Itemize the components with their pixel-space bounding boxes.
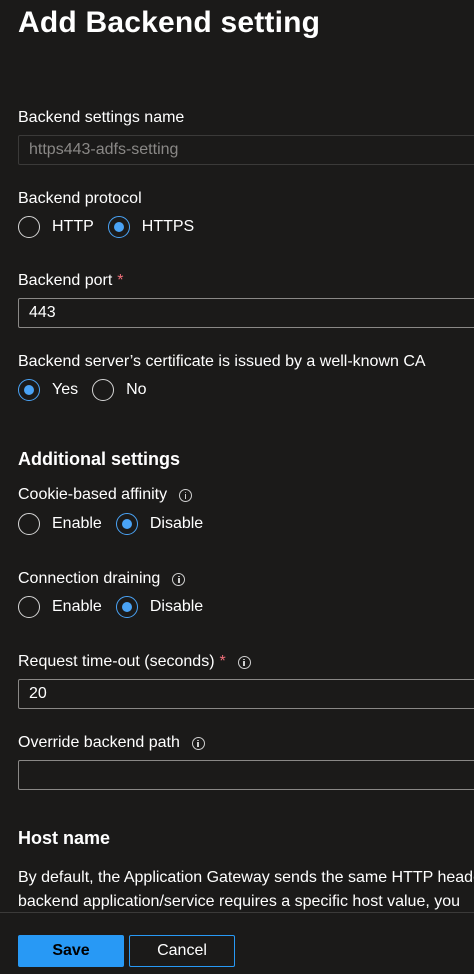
radio-unchecked-icon (18, 513, 40, 535)
request-timeout-input[interactable] (18, 679, 474, 709)
ca-no-label: No (126, 381, 147, 398)
host-name-description-line: backend application/service requires a s… (18, 893, 461, 910)
well-known-ca-label-text: Backend server’s certificate is issued b… (18, 353, 426, 370)
backend-port-label: Backend port * (18, 272, 124, 290)
backend-protocol-label: Backend protocol (18, 190, 142, 208)
host-name-description-line: By default, the Application Gateway send… (18, 869, 474, 886)
backend-protocol-label-text: Backend protocol (18, 190, 142, 207)
radio-checked-icon (107, 216, 130, 238)
info-icon[interactable] (237, 655, 251, 669)
cookie-affinity-radio-group: Enable Disable (18, 513, 217, 535)
ca-yes-label: Yes (52, 381, 79, 398)
add-backend-setting-panel: Add Backend setting Backend settings nam… (0, 0, 474, 974)
additional-settings-heading: Additional settings (18, 449, 180, 469)
cookie-affinity-enable-label: Enable (52, 515, 102, 532)
panel-title: Add Backend setting (18, 6, 321, 39)
save-button[interactable]: Save (18, 935, 124, 967)
cookie-affinity-label: Cookie-based affinity (18, 486, 193, 504)
info-icon[interactable] (172, 572, 186, 586)
request-timeout-label: Request time-out (seconds) * (18, 653, 251, 671)
override-path-input[interactable] (18, 760, 474, 790)
connection-draining-enable-label: Enable (52, 598, 102, 615)
cookie-affinity-enable-radio[interactable]: Enable (18, 513, 102, 535)
backend-settings-name-label: Backend settings name (18, 109, 184, 127)
connection-draining-disable-radio[interactable]: Disable (115, 596, 204, 618)
backend-port-input[interactable] (18, 298, 474, 328)
backend-protocol-radio-group: HTTP HTTPS (18, 216, 208, 238)
info-icon[interactable] (179, 488, 193, 502)
well-known-ca-radio-group: Yes No (18, 379, 161, 401)
override-path-label: Override backend path (18, 734, 205, 752)
connection-draining-radio-group: Enable Disable (18, 596, 217, 618)
cookie-affinity-disable-radio[interactable]: Disable (115, 513, 204, 535)
protocol-http-radio[interactable]: HTTP (18, 216, 94, 238)
host-name-heading: Host name (18, 828, 111, 848)
cookie-affinity-disable-label: Disable (149, 515, 204, 532)
radio-checked-icon (18, 379, 40, 401)
radio-checked-icon (115, 513, 138, 535)
radio-unchecked-icon (18, 216, 40, 238)
backend-settings-name-input[interactable] (18, 135, 474, 165)
cookie-affinity-label-text: Cookie-based affinity (18, 486, 168, 503)
protocol-https-radio[interactable]: HTTPS (107, 216, 195, 238)
connection-draining-enable-radio[interactable]: Enable (18, 596, 102, 618)
connection-draining-label: Connection draining (18, 570, 186, 588)
protocol-https-label: HTTPS (141, 218, 195, 235)
protocol-http-label: HTTP (52, 218, 94, 235)
override-path-label-text: Override backend path (18, 734, 180, 751)
ca-yes-radio[interactable]: Yes (18, 379, 78, 401)
cancel-button[interactable]: Cancel (129, 935, 235, 967)
connection-draining-label-text: Connection draining (18, 570, 161, 587)
required-marker: * (117, 272, 124, 289)
radio-checked-icon (115, 596, 138, 618)
ca-no-radio[interactable]: No (92, 379, 147, 401)
radio-unchecked-icon (92, 379, 115, 401)
info-icon[interactable] (191, 736, 205, 750)
radio-unchecked-icon (18, 596, 40, 618)
required-marker: * (219, 653, 226, 670)
well-known-ca-label: Backend server’s certificate is issued b… (18, 353, 426, 371)
host-name-description: By default, the Application Gateway send… (18, 866, 474, 914)
backend-port-label-text: Backend port (18, 272, 113, 289)
request-timeout-label-text: Request time-out (seconds) (18, 653, 215, 670)
panel-footer: Save Cancel (0, 912, 474, 974)
backend-settings-name-label-text: Backend settings name (18, 109, 185, 126)
connection-draining-disable-label: Disable (149, 598, 204, 615)
